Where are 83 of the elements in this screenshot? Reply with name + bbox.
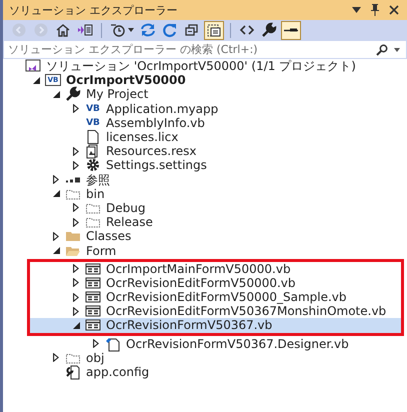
solution-icon [25,58,41,74]
gear-icon [85,157,101,174]
collapsed-icon[interactable] [73,306,79,316]
expanded-icon[interactable] [52,247,60,254]
item-label: OcrImportMainFormV50000.vb [106,262,291,275]
file-icon [85,129,101,146]
item-label: licenses.licx [106,131,178,144]
collapsed-icon[interactable] [73,160,79,170]
wrench-icon [65,86,81,102]
dropdown-icon[interactable] [352,7,361,13]
collapsed-icon[interactable] [93,339,99,348]
tree-item[interactable]: OcrRevisionEditFormV50367MonshinOmote.vb [30,304,401,318]
file-type-icon: VB [85,118,101,128]
item-label: app.config [86,366,150,378]
tree-item[interactable]: OcrRevisionEditFormV50000_Sample.vb [30,290,401,304]
search-icon [376,44,388,56]
collapsed-icon[interactable] [73,203,79,212]
collapsed-icon[interactable] [53,232,59,241]
pin-icon[interactable] [370,4,380,16]
item-label: Resources.resx [106,145,197,158]
close-icon[interactable] [389,5,399,15]
item-label: 参照 [86,174,110,186]
item-label: Form [86,244,116,257]
caret-icon[interactable] [394,48,400,52]
form-icon [85,303,101,320]
tree-item[interactable]: bin [3,186,407,201]
form-icon [85,317,101,334]
collapsed-icon[interactable] [73,218,79,227]
collapsed-icon[interactable] [73,146,79,156]
item-label: AssemblyInfo.vb [106,116,205,129]
tree-item[interactable]: Settings.settings [3,158,407,172]
references-icon [65,176,81,183]
form-icon [85,260,101,277]
tree-item[interactable]: OcrRevisionEditFormV50000.vb [30,276,401,290]
collapsed-icon[interactable] [73,292,79,302]
tree-item[interactable]: OcrImportMainFormV50000.vb [30,262,401,276]
item-label: Release [106,216,153,228]
search-field[interactable]: ソリューション エクスプローラー の検索 (Ctrl+:) [3,40,407,59]
item-label: bin [86,188,105,200]
tree-item[interactable]: My Project [3,87,407,102]
expanded-icon[interactable] [52,90,60,98]
expanded-icon[interactable] [72,322,80,329]
tree-item[interactable]: VB AssemblyInfo.vb [3,116,407,130]
tree-item[interactable]: 参照 [3,172,407,187]
file-type-icon: VB [85,104,101,114]
item-label: Application.myapp [106,102,218,115]
collapsed-icon[interactable] [53,353,59,362]
collapsed-icon[interactable] [73,278,79,288]
collapsed-icon[interactable] [73,264,79,274]
config-icon [65,364,81,380]
collapsed-icon[interactable] [53,175,59,184]
item-label: Settings.settings [106,159,207,172]
preview-button[interactable] [281,20,301,40]
item-label: OcrRevisionEditFormV50000.vb [106,276,296,289]
tree-item[interactable]: Resources.resx [3,144,407,158]
tree-item[interactable]: OcrRevisionFormV50367.vb [30,318,401,333]
item-label: Classes [86,230,132,242]
collapsed-icon[interactable] [73,104,79,114]
form-icon [85,274,101,291]
item-label: My Project [86,88,148,100]
item-label: OcrImportV50000 [66,74,186,86]
tree-item[interactable]: obj [3,350,407,365]
item-label: obj [86,352,104,364]
item-label: OcrRevisionFormV50367.Designer.vb [126,338,349,350]
tree-item[interactable]: OcrRevisionFormV50367.Designer.vb [3,336,407,351]
tree-item[interactable]: app.config [3,364,407,380]
expanded-icon[interactable] [32,76,40,84]
item-label: Debug [106,202,146,214]
tree-item[interactable]: Release [3,215,407,230]
form-icon [85,289,101,306]
designer-icon [105,336,121,352]
tree-item[interactable]: licenses.licx [3,130,407,144]
item-label: OcrRevisionEditFormV50367MonshinOmote.vb [106,305,386,318]
expanded-icon[interactable] [52,190,60,198]
tree-item[interactable]: ソリューション 'OcrImportV50000' (1/1 プロジェクト) [3,59,407,74]
item-label: OcrRevisionFormV50367.vb [106,319,272,332]
tree-item[interactable]: VB Application.myapp [3,102,407,116]
item-label: OcrRevisionEditFormV50000_Sample.vb [106,291,347,304]
window-title: ソリューション エクスプローラー [9,2,178,18]
tree-item[interactable]: Classes [3,229,407,244]
item-label: ソリューション 'OcrImportV50000' (1/1 プロジェクト) [46,60,356,72]
tree-item[interactable]: Form [3,243,407,258]
tree-item[interactable]: Debug [3,200,407,216]
